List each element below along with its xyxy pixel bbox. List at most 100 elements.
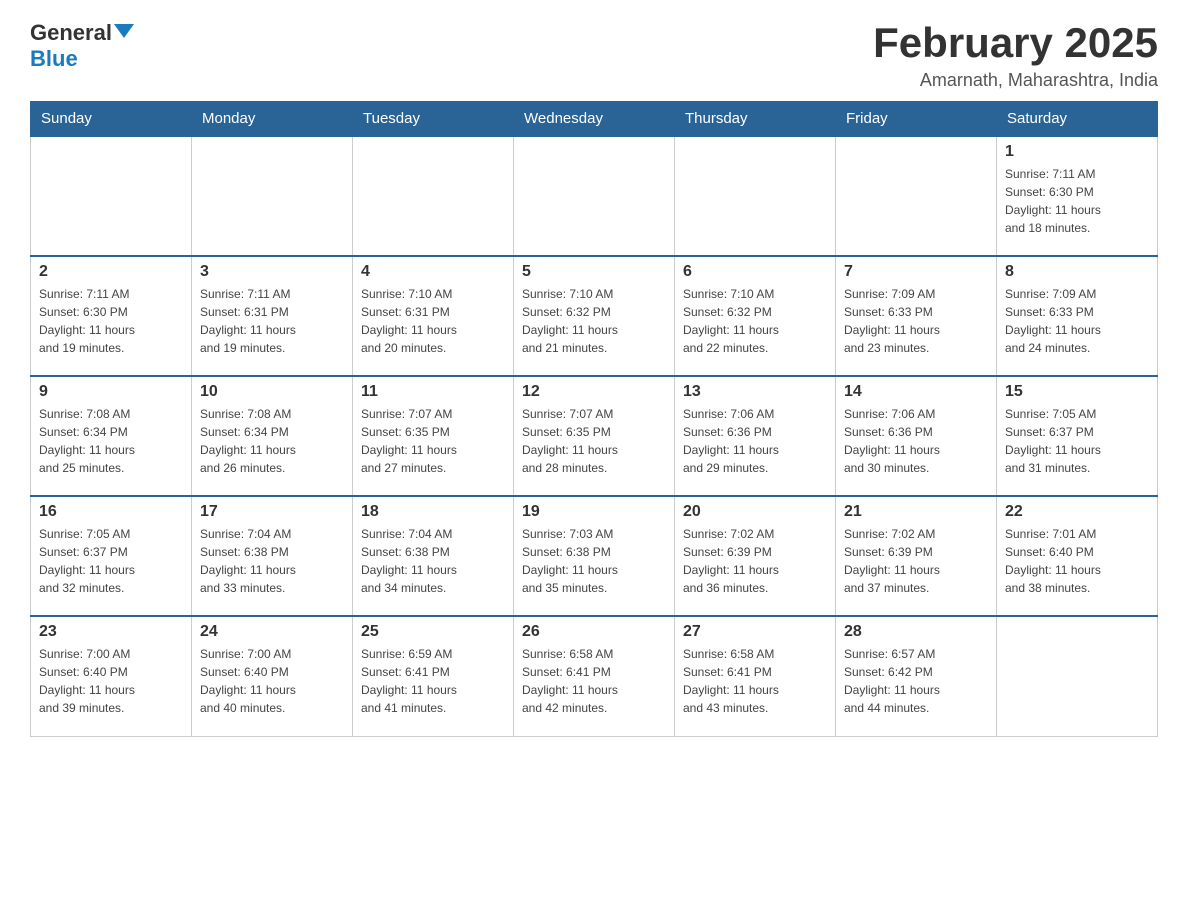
day-number: 13 xyxy=(683,383,827,401)
calendar-day-cell: 28 Sunrise: 6:57 AM Sunset: 6:42 PM Dayli… xyxy=(836,616,997,736)
month-title: February 2025 xyxy=(873,20,1158,66)
calendar-day-cell: 14 Sunrise: 7:06 AM Sunset: 6:36 PM Dayli… xyxy=(836,376,997,496)
day-number: 5 xyxy=(522,263,666,281)
calendar-day-cell: 22 Sunrise: 7:01 AM Sunset: 6:40 PM Dayli… xyxy=(997,496,1158,616)
page-header: General Blue February 2025 Amarnath, Mah… xyxy=(30,20,1158,91)
calendar-day-cell xyxy=(353,136,514,256)
calendar-day-cell xyxy=(836,136,997,256)
calendar-day-cell: 6Sunrise: 7:10 AM Sunset: 6:32 PM Daylig… xyxy=(675,256,836,376)
calendar-day-cell xyxy=(997,616,1158,736)
day-number: 24 xyxy=(200,623,344,641)
day-info: Sunrise: 7:11 AM Sunset: 6:30 PM Dayligh… xyxy=(39,285,183,357)
calendar-day-cell: 7 Sunrise: 7:09 AM Sunset: 6:33 PM Daylig… xyxy=(836,256,997,376)
day-number: 28 xyxy=(844,623,988,641)
weekday-header-friday: Friday xyxy=(836,102,997,137)
day-info: Sunrise: 7:05 AM Sunset: 6:37 PM Dayligh… xyxy=(1005,405,1149,477)
day-info: Sunrise: 7:10 AM Sunset: 6:31 PM Dayligh… xyxy=(361,285,505,357)
day-info: Sunrise: 7:07 AM Sunset: 6:35 PM Dayligh… xyxy=(522,405,666,477)
calendar-day-cell: 18 Sunrise: 7:04 AM Sunset: 6:38 PM Dayli… xyxy=(353,496,514,616)
calendar-day-cell xyxy=(675,136,836,256)
calendar-day-cell: 23 Sunrise: 7:00 AM Sunset: 6:40 PM Dayli… xyxy=(31,616,192,736)
day-info: Sunrise: 7:11 AM Sunset: 6:31 PM Dayligh… xyxy=(200,285,344,357)
calendar-day-cell: 11 Sunrise: 7:07 AM Sunset: 6:35 PM Dayli… xyxy=(353,376,514,496)
day-info: Sunrise: 7:09 AM Sunset: 6:33 PM Dayligh… xyxy=(844,285,988,357)
calendar-day-cell: 20 Sunrise: 7:02 AM Sunset: 6:39 PM Dayli… xyxy=(675,496,836,616)
day-number: 7 xyxy=(844,263,988,281)
title-section: February 2025 Amarnath, Maharashtra, Ind… xyxy=(873,20,1158,91)
day-info: Sunrise: 7:04 AM Sunset: 6:38 PM Dayligh… xyxy=(361,525,505,597)
calendar-week-row: 2 Sunrise: 7:11 AM Sunset: 6:30 PM Daylig… xyxy=(31,256,1158,376)
weekday-header-sunday: Sunday xyxy=(31,102,192,137)
day-info: Sunrise: 7:06 AM Sunset: 6:36 PM Dayligh… xyxy=(683,405,827,477)
logo: General Blue xyxy=(30,20,134,72)
day-number: 10 xyxy=(200,383,344,401)
day-number: 11 xyxy=(361,383,505,401)
day-number: 2 xyxy=(39,263,183,281)
day-info: Sunrise: 7:08 AM Sunset: 6:34 PM Dayligh… xyxy=(39,405,183,477)
day-info: Sunrise: 6:58 AM Sunset: 6:41 PM Dayligh… xyxy=(683,645,827,717)
calendar-day-cell xyxy=(192,136,353,256)
day-number: 23 xyxy=(39,623,183,641)
calendar-table: SundayMondayTuesdayWednesdayThursdayFrid… xyxy=(30,101,1158,737)
day-info: Sunrise: 7:03 AM Sunset: 6:38 PM Dayligh… xyxy=(522,525,666,597)
day-number: 21 xyxy=(844,503,988,521)
day-number: 6 xyxy=(683,263,827,281)
calendar-day-cell: 19 Sunrise: 7:03 AM Sunset: 6:38 PM Dayli… xyxy=(514,496,675,616)
day-number: 26 xyxy=(522,623,666,641)
calendar-day-cell: 27 Sunrise: 6:58 AM Sunset: 6:41 PM Dayli… xyxy=(675,616,836,736)
logo-triangle-icon xyxy=(114,24,134,38)
day-number: 1 xyxy=(1005,143,1149,161)
day-number: 18 xyxy=(361,503,505,521)
day-number: 16 xyxy=(39,503,183,521)
weekday-header-monday: Monday xyxy=(192,102,353,137)
day-info: Sunrise: 7:06 AM Sunset: 6:36 PM Dayligh… xyxy=(844,405,988,477)
calendar-day-cell: 5 Sunrise: 7:10 AM Sunset: 6:32 PM Daylig… xyxy=(514,256,675,376)
calendar-day-cell xyxy=(514,136,675,256)
day-number: 19 xyxy=(522,503,666,521)
day-number: 20 xyxy=(683,503,827,521)
day-info: Sunrise: 7:10 AM Sunset: 6:32 PM Dayligh… xyxy=(522,285,666,357)
calendar-day-cell: 10 Sunrise: 7:08 AM Sunset: 6:34 PM Dayli… xyxy=(192,376,353,496)
weekday-header-tuesday: Tuesday xyxy=(353,102,514,137)
day-number: 14 xyxy=(844,383,988,401)
day-info: Sunrise: 7:02 AM Sunset: 6:39 PM Dayligh… xyxy=(844,525,988,597)
calendar-day-cell: 15 Sunrise: 7:05 AM Sunset: 6:37 PM Dayli… xyxy=(997,376,1158,496)
logo-blue-text: Blue xyxy=(30,46,78,72)
weekday-header-saturday: Saturday xyxy=(997,102,1158,137)
day-info: Sunrise: 7:05 AM Sunset: 6:37 PM Dayligh… xyxy=(39,525,183,597)
day-number: 27 xyxy=(683,623,827,641)
calendar-day-cell: 24Sunrise: 7:00 AM Sunset: 6:40 PM Dayli… xyxy=(192,616,353,736)
day-number: 9 xyxy=(39,383,183,401)
calendar-day-cell: 17 Sunrise: 7:04 AM Sunset: 6:38 PM Dayli… xyxy=(192,496,353,616)
day-info: Sunrise: 6:58 AM Sunset: 6:41 PM Dayligh… xyxy=(522,645,666,717)
calendar-day-cell: 4 Sunrise: 7:10 AM Sunset: 6:31 PM Daylig… xyxy=(353,256,514,376)
day-number: 3 xyxy=(200,263,344,281)
day-info: Sunrise: 7:00 AM Sunset: 6:40 PM Dayligh… xyxy=(39,645,183,717)
calendar-day-cell: 21 Sunrise: 7:02 AM Sunset: 6:39 PM Dayli… xyxy=(836,496,997,616)
calendar-day-cell: 2 Sunrise: 7:11 AM Sunset: 6:30 PM Daylig… xyxy=(31,256,192,376)
location: Amarnath, Maharashtra, India xyxy=(873,70,1158,91)
weekday-header-wednesday: Wednesday xyxy=(514,102,675,137)
calendar-week-row: 23 Sunrise: 7:00 AM Sunset: 6:40 PM Dayli… xyxy=(31,616,1158,736)
day-info: Sunrise: 7:11 AM Sunset: 6:30 PM Dayligh… xyxy=(1005,165,1149,237)
calendar-week-row: 16 Sunrise: 7:05 AM Sunset: 6:37 PM Dayli… xyxy=(31,496,1158,616)
calendar-day-cell: 3 Sunrise: 7:11 AM Sunset: 6:31 PM Daylig… xyxy=(192,256,353,376)
logo-general-text: General xyxy=(30,20,112,46)
calendar-day-cell: 9 Sunrise: 7:08 AM Sunset: 6:34 PM Daylig… xyxy=(31,376,192,496)
day-info: Sunrise: 7:09 AM Sunset: 6:33 PM Dayligh… xyxy=(1005,285,1149,357)
day-number: 17 xyxy=(200,503,344,521)
day-number: 4 xyxy=(361,263,505,281)
day-number: 22 xyxy=(1005,503,1149,521)
weekday-header-thursday: Thursday xyxy=(675,102,836,137)
calendar-day-cell: 25Sunrise: 6:59 AM Sunset: 6:41 PM Dayli… xyxy=(353,616,514,736)
day-info: Sunrise: 7:04 AM Sunset: 6:38 PM Dayligh… xyxy=(200,525,344,597)
day-number: 8 xyxy=(1005,263,1149,281)
day-info: Sunrise: 7:07 AM Sunset: 6:35 PM Dayligh… xyxy=(361,405,505,477)
day-info: Sunrise: 7:01 AM Sunset: 6:40 PM Dayligh… xyxy=(1005,525,1149,597)
calendar-week-row: 1 Sunrise: 7:11 AM Sunset: 6:30 PM Daylig… xyxy=(31,136,1158,256)
day-info: Sunrise: 7:08 AM Sunset: 6:34 PM Dayligh… xyxy=(200,405,344,477)
day-info: Sunrise: 6:57 AM Sunset: 6:42 PM Dayligh… xyxy=(844,645,988,717)
day-number: 15 xyxy=(1005,383,1149,401)
day-number: 12 xyxy=(522,383,666,401)
day-info: Sunrise: 7:02 AM Sunset: 6:39 PM Dayligh… xyxy=(683,525,827,597)
